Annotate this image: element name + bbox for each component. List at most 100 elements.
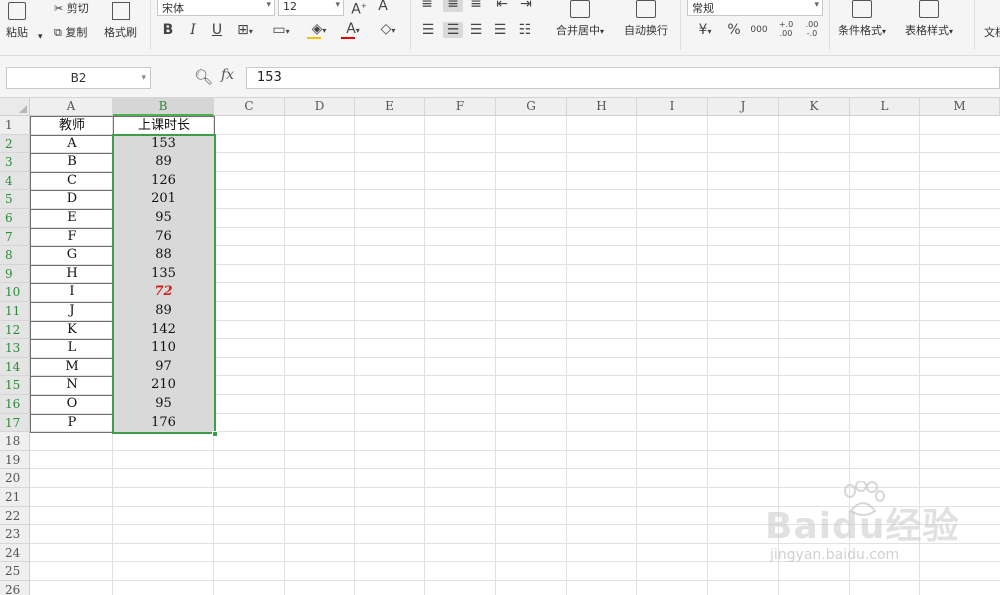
decrease-decimal-icon[interactable]: .00 -.0 <box>802 20 822 38</box>
fx-icon[interactable]: fx <box>221 67 234 83</box>
cell-hours[interactable]: 110 <box>113 339 215 359</box>
column-header-a[interactable]: A <box>30 98 113 116</box>
column-header-l[interactable]: L <box>850 98 920 116</box>
row-header-8[interactable]: 8 <box>0 246 30 265</box>
italic-icon[interactable]: I <box>185 22 201 38</box>
font-name-select[interactable]: 宋体 ▾ <box>157 0 275 16</box>
cell-hours[interactable]: 142 <box>113 320 215 341</box>
cut-button[interactable]: ✂ 剪切 <box>54 0 89 16</box>
cell-teacher[interactable]: N <box>30 376 114 396</box>
distributed-icon[interactable]: ☷ <box>517 22 533 38</box>
paste-button[interactable]: 粘贴 <box>6 2 28 40</box>
row-header-7[interactable]: 7 <box>0 227 30 247</box>
header-cell-teacher[interactable]: 教师 <box>30 116 114 136</box>
cell-hours[interactable]: 176 <box>113 413 215 434</box>
cell-hours[interactable]: 95 <box>113 395 215 415</box>
increase-font-icon[interactable]: A+ <box>350 0 368 18</box>
cell-hours[interactable]: 201 <box>113 190 215 210</box>
cell-teacher[interactable]: D <box>30 190 114 210</box>
border-icon[interactable]: ⊞▾ <box>234 22 256 40</box>
row-header-17[interactable]: 17 <box>0 413 30 433</box>
row-header-25[interactable]: 25 <box>0 562 30 581</box>
row-header-21[interactable]: 21 <box>0 488 30 507</box>
conditional-format-button[interactable]: 条件格式▾ <box>838 0 886 38</box>
eraser-icon[interactable]: ◇▾ <box>374 21 402 39</box>
formula-input[interactable]: 153 <box>246 67 1000 89</box>
row-header-14[interactable]: 14 <box>0 357 30 377</box>
cell-teacher[interactable]: M <box>30 357 114 378</box>
row-header-18[interactable]: 18 <box>0 432 30 451</box>
cell-hours[interactable]: 89 <box>113 302 215 322</box>
row-header-6[interactable]: 6 <box>0 209 30 228</box>
column-header-h[interactable]: H <box>567 98 637 116</box>
cell-hours[interactable]: 210 <box>113 376 215 396</box>
cell-hours[interactable]: 89 <box>113 153 215 173</box>
cell-hours[interactable]: 97 <box>113 357 215 378</box>
row-header-4[interactable]: 4 <box>0 171 30 191</box>
number-format-select[interactable]: 常规 ▾ <box>687 0 823 16</box>
column-header-i[interactable]: I <box>637 98 708 116</box>
increase-indent-icon[interactable]: ⇥ <box>518 0 534 12</box>
row-header-23[interactable]: 23 <box>0 525 30 544</box>
align-middle-icon[interactable]: ≡ <box>443 0 463 12</box>
column-header-m[interactable]: M <box>920 98 1000 116</box>
cell-teacher[interactable]: E <box>30 209 114 229</box>
cell-teacher[interactable]: O <box>30 395 114 415</box>
cell-teacher[interactable]: B <box>30 153 114 173</box>
zoom-icon[interactable]: 🔍︎ <box>194 68 213 86</box>
column-header-g[interactable]: G <box>496 98 567 116</box>
currency-icon[interactable]: ¥▾ <box>690 22 720 40</box>
cell-hours[interactable]: 95 <box>113 209 215 229</box>
row-header-19[interactable]: 19 <box>0 450 30 470</box>
doc-button[interactable]: 文档 <box>984 24 1000 40</box>
cell-teacher[interactable]: C <box>30 171 114 192</box>
paste-dropdown-icon[interactable]: ▾ <box>38 32 43 42</box>
justify-icon[interactable]: ☰ <box>492 22 508 38</box>
row-header-9[interactable]: 9 <box>0 264 30 284</box>
row-header-10[interactable]: 10 <box>0 283 30 302</box>
cell-teacher[interactable]: F <box>30 227 114 248</box>
cell-hours[interactable]: 135 <box>113 264 215 285</box>
align-bottom-icon[interactable]: ≡ <box>468 0 484 12</box>
column-header-b[interactable]: B <box>113 98 214 116</box>
align-center-icon[interactable]: ☰ <box>443 22 463 38</box>
row-header-22[interactable]: 22 <box>0 506 30 526</box>
column-header-k[interactable]: K <box>779 98 850 116</box>
row-header-1[interactable]: 1 <box>0 116 30 135</box>
cell-hours[interactable]: 76 <box>113 227 215 248</box>
underline-icon[interactable]: U <box>209 22 225 38</box>
cell-hours[interactable]: 88 <box>113 246 215 266</box>
cell-teacher[interactable]: I <box>30 283 114 303</box>
select-all-corner[interactable] <box>0 98 30 116</box>
name-box[interactable]: B2 ▾ <box>6 67 151 89</box>
cell-teacher[interactable]: K <box>30 320 114 341</box>
cell-teacher[interactable]: L <box>30 339 114 359</box>
align-left-icon[interactable]: ☰ <box>420 22 436 38</box>
row-header-12[interactable]: 12 <box>0 320 30 340</box>
row-header-11[interactable]: 11 <box>0 302 30 321</box>
copy-button[interactable]: ⧉ 复制 <box>54 24 87 40</box>
cell-hours[interactable]: 126 <box>113 171 215 192</box>
bold-icon[interactable]: B <box>160 22 176 38</box>
font-size-select[interactable]: 12 ▾ <box>278 0 344 16</box>
cell-teacher[interactable]: H <box>30 264 114 285</box>
wrap-text-button[interactable]: 自动换行 <box>624 0 668 38</box>
row-header-15[interactable]: 15 <box>0 376 30 395</box>
cell-teacher[interactable]: P <box>30 413 114 434</box>
row-header-16[interactable]: 16 <box>0 395 30 414</box>
header-cell-hours[interactable]: 上课时长 <box>113 116 215 136</box>
cell-hours[interactable]: 153 <box>113 134 215 155</box>
format-painter-button[interactable]: 格式刷 <box>104 2 137 40</box>
column-header-d[interactable]: D <box>285 98 355 116</box>
row-header-20[interactable]: 20 <box>0 469 30 488</box>
fill-handle[interactable] <box>212 431 218 438</box>
row-header-2[interactable]: 2 <box>0 134 30 154</box>
cell-teacher[interactable]: A <box>30 134 114 155</box>
decrease-font-icon[interactable]: A <box>375 0 391 14</box>
cell-hours[interactable]: 72 <box>113 283 215 303</box>
row-header-24[interactable]: 24 <box>0 543 30 563</box>
cell-teacher[interactable]: J <box>30 302 114 322</box>
table-style-button[interactable]: 表格样式▾ <box>905 0 953 38</box>
column-header-e[interactable]: E <box>355 98 425 116</box>
percent-icon[interactable]: % <box>725 22 743 38</box>
